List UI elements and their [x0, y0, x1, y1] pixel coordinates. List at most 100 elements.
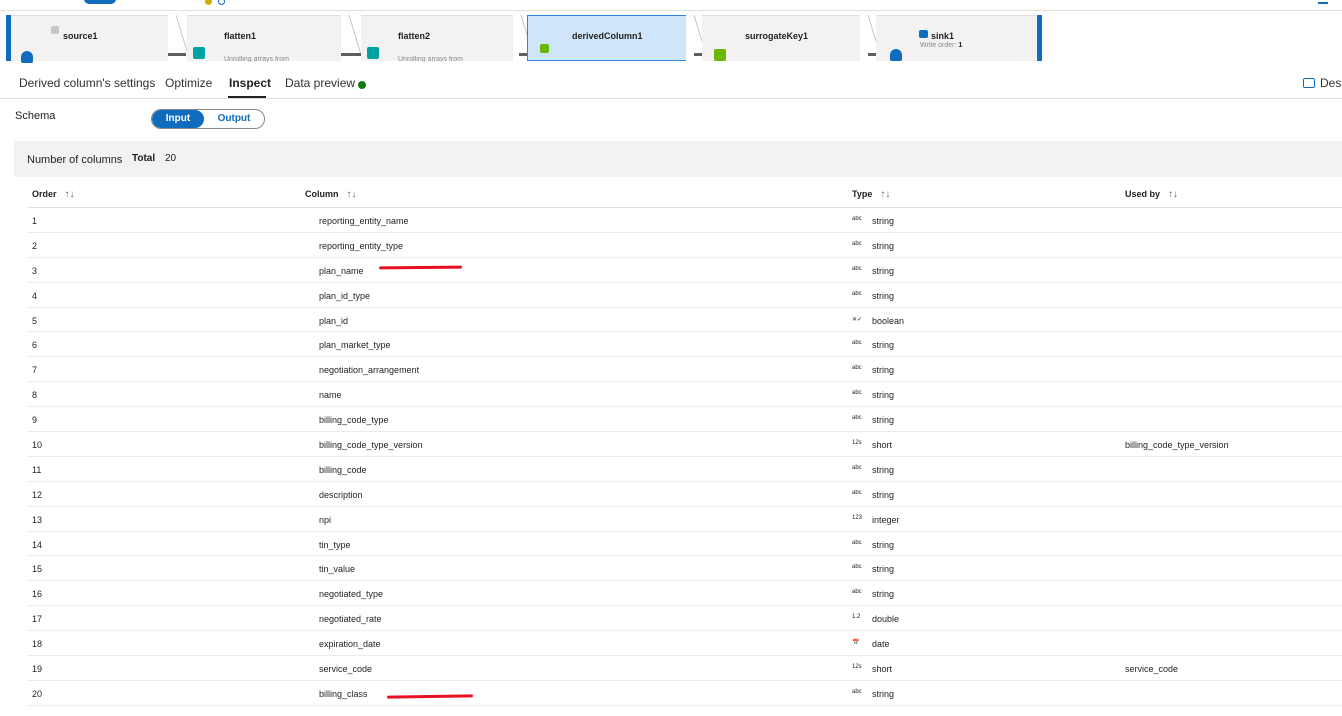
type-icon: abc	[852, 564, 862, 571]
table-row[interactable]: 4 plan_id_type abc string	[28, 283, 1342, 308]
row-type: string	[872, 290, 895, 301]
row-column-name: plan_id	[319, 315, 349, 326]
table-row[interactable]: 11 billing_code abc string	[28, 457, 1342, 482]
row-used-by: billing_code_type_version	[1125, 440, 1229, 451]
settings-tabs: Derived column's settings Optimize Inspe…	[0, 66, 1342, 99]
row-order: 14	[32, 539, 43, 550]
source-type-icon	[51, 26, 59, 34]
tab-inspect[interactable]: Inspect	[229, 76, 271, 90]
header-type[interactable]: Type ↑↓	[852, 189, 890, 200]
row-type: short	[872, 664, 893, 675]
row-order: 1	[32, 216, 38, 226]
row-column-name: negotiated_rate	[319, 614, 382, 625]
table-row[interactable]: 8 name abc string	[28, 382, 1342, 408]
table-row[interactable]: 9 billing_code_type abc string	[28, 407, 1342, 433]
table-row[interactable]: 7 negotiation_arrangement abc string	[28, 357, 1342, 383]
row-order: 5	[32, 315, 38, 326]
sort-icon[interactable]: ↑↓	[1168, 189, 1178, 200]
table-row[interactable]: 18 expiration_date 📅 date	[28, 631, 1342, 657]
node-sink1[interactable]: sink1 Write order: 1	[876, 15, 1036, 61]
row-order: 7	[32, 365, 38, 376]
search-icon[interactable]	[218, 0, 225, 5]
node-name: flatten1	[224, 31, 257, 41]
tab-optimize[interactable]: Optimize	[165, 76, 212, 90]
type-icon: abc	[852, 240, 862, 247]
table-row[interactable]: 17 negotiated_rate 1.2 double	[28, 606, 1342, 632]
node-name: sink1	[931, 31, 955, 41]
column-count-label: Number of columns	[27, 154, 123, 166]
table-row[interactable]: 19 service_code 12s short service_code	[28, 656, 1342, 681]
table-row[interactable]: 14 tin_type abc string	[28, 532, 1342, 557]
canvas-toolbar	[0, 0, 1342, 11]
row-type: string	[872, 415, 895, 426]
header-order[interactable]: Order ↑↓	[32, 189, 75, 200]
sort-icon[interactable]: ↑↓	[347, 189, 357, 200]
sink-icon	[890, 49, 902, 61]
row-column-name: billing_class	[319, 688, 368, 699]
table-row[interactable]: 16 negotiated_type abc string	[28, 581, 1342, 607]
table-row[interactable]: 1 reporting_entity_name abc string	[28, 208, 1342, 233]
node-derivedColumn1[interactable]: derivedColumn1	[527, 15, 692, 61]
toolbar-toggle[interactable]	[84, 0, 116, 4]
table-row[interactable]: 13 npi 123 integer	[28, 507, 1342, 532]
type-icon: abc	[852, 216, 862, 222]
type-icon: 123	[852, 514, 863, 521]
type-icon: abc	[852, 365, 862, 372]
row-type: string	[872, 265, 895, 276]
toggle-output[interactable]: Output	[204, 110, 264, 128]
row-order: 8	[32, 390, 38, 401]
column-count-total-label: Total	[132, 153, 156, 164]
table-row[interactable]: 6 plan_market_type abc string	[28, 332, 1342, 358]
row-order: 4	[32, 290, 38, 301]
node-name: surrogateKey1	[745, 31, 809, 41]
tab-derived-column-settings[interactable]: Derived column's settings	[19, 76, 155, 90]
table-body: 1 reporting_entity_name abc string 2 reportin…	[28, 208, 1342, 706]
table-row[interactable]: 5 plan_id ✕✓ boolean	[28, 308, 1342, 333]
row-type: string	[872, 564, 895, 575]
tab-data-preview[interactable]: Data preview	[285, 76, 355, 90]
warning-icon	[205, 0, 212, 5]
table-row[interactable]: 10 billing_code_type_version 12s short billi…	[28, 432, 1342, 457]
row-order: 15	[32, 564, 43, 575]
node-name: derivedColumn1	[572, 31, 643, 41]
row-type: string	[872, 365, 895, 376]
row-type: integer	[872, 514, 900, 525]
row-type: short	[872, 440, 893, 451]
type-icon: abc	[852, 539, 862, 546]
description-button[interactable]: Desc	[1303, 76, 1342, 90]
toggle-input[interactable]: Input	[152, 110, 204, 128]
type-icon: abc	[852, 390, 862, 397]
row-type: date	[872, 639, 890, 650]
table-row[interactable]: 12 description abc string	[28, 482, 1342, 507]
node-flatten2[interactable]: flatten2 Unrolling arrays from	[361, 15, 521, 62]
type-icon: abc	[852, 340, 862, 347]
type-icon: abc	[852, 464, 862, 471]
type-icon: abc	[852, 589, 862, 596]
row-column-name: npi	[319, 514, 332, 525]
table-row[interactable]: 15 tin_value abc string	[28, 556, 1342, 582]
node-flatten1[interactable]: flatten1 Unrolling arrays from	[187, 15, 347, 62]
sort-icon[interactable]: ↑↓	[65, 189, 75, 200]
row-order: 12	[32, 489, 43, 500]
header-used-by[interactable]: Used by ↑↓	[1125, 189, 1178, 200]
table-row[interactable]: 3 plan_name abc string	[28, 258, 1342, 283]
dataflow-canvas[interactable]: source1 flatten1 Unrolling arrays from f…	[0, 0, 1342, 66]
header-column[interactable]: Column ↑↓	[305, 189, 357, 200]
expand-icon[interactable]	[1318, 0, 1328, 4]
column-count-bar: Number of columns Total 20	[14, 141, 1342, 177]
schema-table: Order ↑↓ Column ↑↓ Type ↑↓ Used by ↑↓ 1 repor…	[28, 180, 1342, 706]
table-header: Order ↑↓ Column ↑↓ Type ↑↓ Used by ↑↓	[28, 180, 1342, 208]
row-column-name: plan_name	[319, 265, 364, 276]
table-row[interactable]: 20 billing_class abc string	[28, 681, 1342, 706]
row-column-name: negotiation_arrangement	[319, 365, 420, 376]
type-icon: ✕✓	[852, 316, 863, 323]
sort-icon[interactable]: ↑↓	[880, 189, 890, 200]
row-type: string	[872, 589, 895, 600]
schema-input-output-toggle[interactable]: Input Output	[151, 109, 265, 129]
row-order: 2	[32, 240, 38, 251]
node-write-order: Write order: 1	[920, 42, 963, 49]
table-row[interactable]: 2 reporting_entity_type abc string	[28, 233, 1342, 258]
node-source1[interactable]: source1	[11, 15, 171, 63]
node-surrogateKey1[interactable]: surrogateKey1	[702, 15, 867, 61]
type-icon: abc	[852, 688, 862, 695]
